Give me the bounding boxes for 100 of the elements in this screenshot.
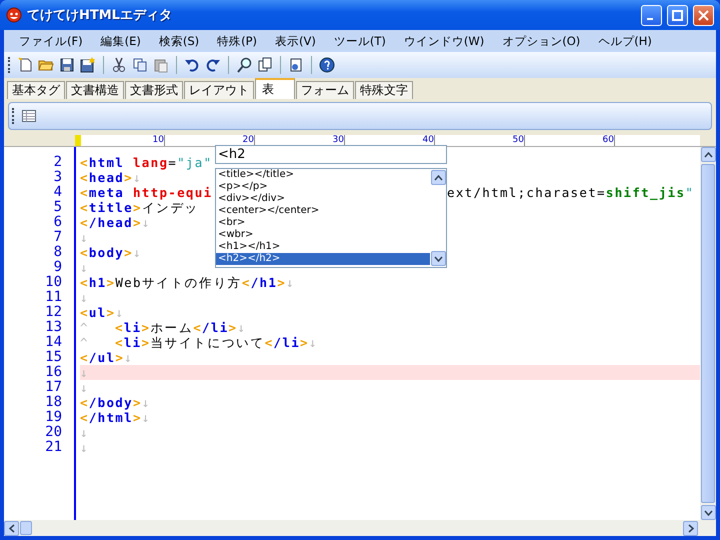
tab[interactable]: 表 <box>255 78 295 99</box>
code-text: ↓ <box>80 425 89 440</box>
code-text: ↓ <box>80 260 89 275</box>
paste-icon[interactable] <box>153 57 169 73</box>
code-text: </html>↓ <box>80 410 151 425</box>
menu-item[interactable]: ウインドウ(W) <box>394 34 494 48</box>
redo-icon[interactable] <box>205 57 221 73</box>
code-text: ↓ <box>80 440 89 455</box>
line-number: 11 <box>44 290 62 305</box>
line-number: 4 <box>52 185 62 200</box>
copy-icon[interactable] <box>132 57 148 73</box>
line-number: 14 <box>44 335 62 350</box>
suggestion-item[interactable]: <br> <box>216 217 430 229</box>
save-icon[interactable] <box>59 57 75 73</box>
code-text: ↓ <box>80 365 700 380</box>
scroll-right-button[interactable] <box>683 520 698 536</box>
line-number: 21 <box>44 440 62 455</box>
line-number: 12 <box>44 305 62 320</box>
chevron-up-icon <box>704 152 712 158</box>
line-number: 9 <box>52 260 62 275</box>
maximize-icon <box>672 10 683 20</box>
suggestion-item[interactable]: <h1></h1> <box>216 241 430 253</box>
scroll-up-button[interactable] <box>700 147 716 162</box>
code-text: ^ <li>ホーム</li>↓ <box>80 320 246 335</box>
line-number: 20 <box>44 425 62 440</box>
table-icon[interactable] <box>21 108 37 124</box>
scroll-thumb[interactable] <box>20 521 32 535</box>
code-text: <ul>↓ <box>80 305 124 320</box>
code-text: </ul>↓ <box>80 350 133 365</box>
chevron-down-icon <box>704 510 712 516</box>
suggestion-item[interactable]: <title></title> <box>216 169 430 181</box>
new-file-icon[interactable] <box>17 57 33 73</box>
minimize-button[interactable] <box>641 4 662 26</box>
scroll-left-button[interactable] <box>4 520 19 536</box>
line-number: 7 <box>52 230 62 245</box>
code-text: <title>インデッ <box>80 200 199 215</box>
maximize-button[interactable] <box>667 4 688 26</box>
chevron-left-icon <box>8 524 14 532</box>
tab[interactable]: 文書構造 <box>66 81 124 99</box>
code-text: </body>↓ <box>80 395 151 410</box>
code-text: <body>↓ <box>80 245 142 260</box>
line-number: 2 <box>52 155 62 170</box>
line-number: 10 <box>44 275 62 290</box>
line-number: 17 <box>44 380 62 395</box>
code-text: <html lang="ja" <box>80 155 212 170</box>
code-text: <head>↓ <box>80 170 142 185</box>
line-number: 3 <box>52 170 62 185</box>
save-all-icon[interactable] <box>80 57 96 73</box>
document-icon[interactable] <box>288 57 304 73</box>
code-text: ↓ <box>80 290 89 305</box>
line-number: 6 <box>52 215 62 230</box>
help-icon[interactable] <box>319 57 335 73</box>
line-number: 15 <box>44 350 62 365</box>
tab[interactable]: 特殊文字 <box>355 81 413 99</box>
scroll-down-button[interactable] <box>700 505 716 520</box>
pages-icon[interactable] <box>257 57 273 73</box>
app-logo-icon <box>6 7 22 23</box>
menu-item[interactable]: 検索(S) <box>150 34 208 48</box>
line-number: 5 <box>52 200 62 215</box>
suggestion-item[interactable]: <wbr> <box>216 229 430 241</box>
code-text: <meta http-equi <box>80 185 212 200</box>
line-number: 13 <box>44 320 62 335</box>
close-button[interactable] <box>693 4 714 26</box>
line-number: 19 <box>44 410 62 425</box>
chevron-up-icon <box>434 174 442 180</box>
menu-item[interactable]: 特殊(P) <box>208 34 266 48</box>
code-text: </head>↓ <box>80 215 151 230</box>
suggestion-item[interactable]: <h2></h2> <box>216 253 430 265</box>
ruler-number: 60 <box>525 135 615 146</box>
window-title: てけてけHTMLエディタ <box>27 7 173 24</box>
search-icon[interactable] <box>236 57 252 73</box>
suggestion-item[interactable]: <center></center> <box>216 205 430 217</box>
code-text: ext/html;charaset=shift_jis" <box>447 185 694 200</box>
menu-item[interactable]: 編集(E) <box>92 34 150 48</box>
chevron-down-icon <box>434 256 442 262</box>
code-text: ^ <li>当サイトについて</li>↓ <box>80 335 318 350</box>
menu-item[interactable]: ツール(T) <box>324 34 395 48</box>
suggestion-item[interactable]: <div></div> <box>216 193 430 205</box>
scroll-up-button[interactable] <box>430 170 446 185</box>
code-text: ↓ <box>80 380 89 395</box>
code-text: <h1>Webサイトの作り方</h1>↓ <box>80 275 295 290</box>
code-text: ↓ <box>80 230 89 245</box>
undo-icon[interactable] <box>184 57 200 73</box>
cut-icon[interactable] <box>111 57 127 73</box>
menu-item[interactable]: オプション(O) <box>493 34 590 48</box>
menu-item[interactable]: 表示(V) <box>266 34 325 48</box>
chevron-right-icon <box>688 524 694 532</box>
suggestion-item[interactable]: <p></p> <box>216 181 430 193</box>
tab[interactable]: 文書形式 <box>125 81 183 99</box>
tab[interactable]: レイアウト <box>184 81 254 99</box>
close-icon <box>698 10 709 20</box>
menu-item[interactable]: ファイル(F) <box>10 34 92 48</box>
tab[interactable]: フォーム <box>296 81 354 99</box>
tag-input-field[interactable]: <h2 <box>215 145 447 164</box>
menu-item[interactable]: ヘルプ(H) <box>589 34 661 48</box>
scroll-thumb[interactable] <box>701 164 715 503</box>
scroll-down-button[interactable] <box>430 251 446 266</box>
line-number: 16 <box>44 365 62 380</box>
tab[interactable]: 基本タグ <box>7 81 65 99</box>
minimize-icon <box>647 18 653 20</box>
